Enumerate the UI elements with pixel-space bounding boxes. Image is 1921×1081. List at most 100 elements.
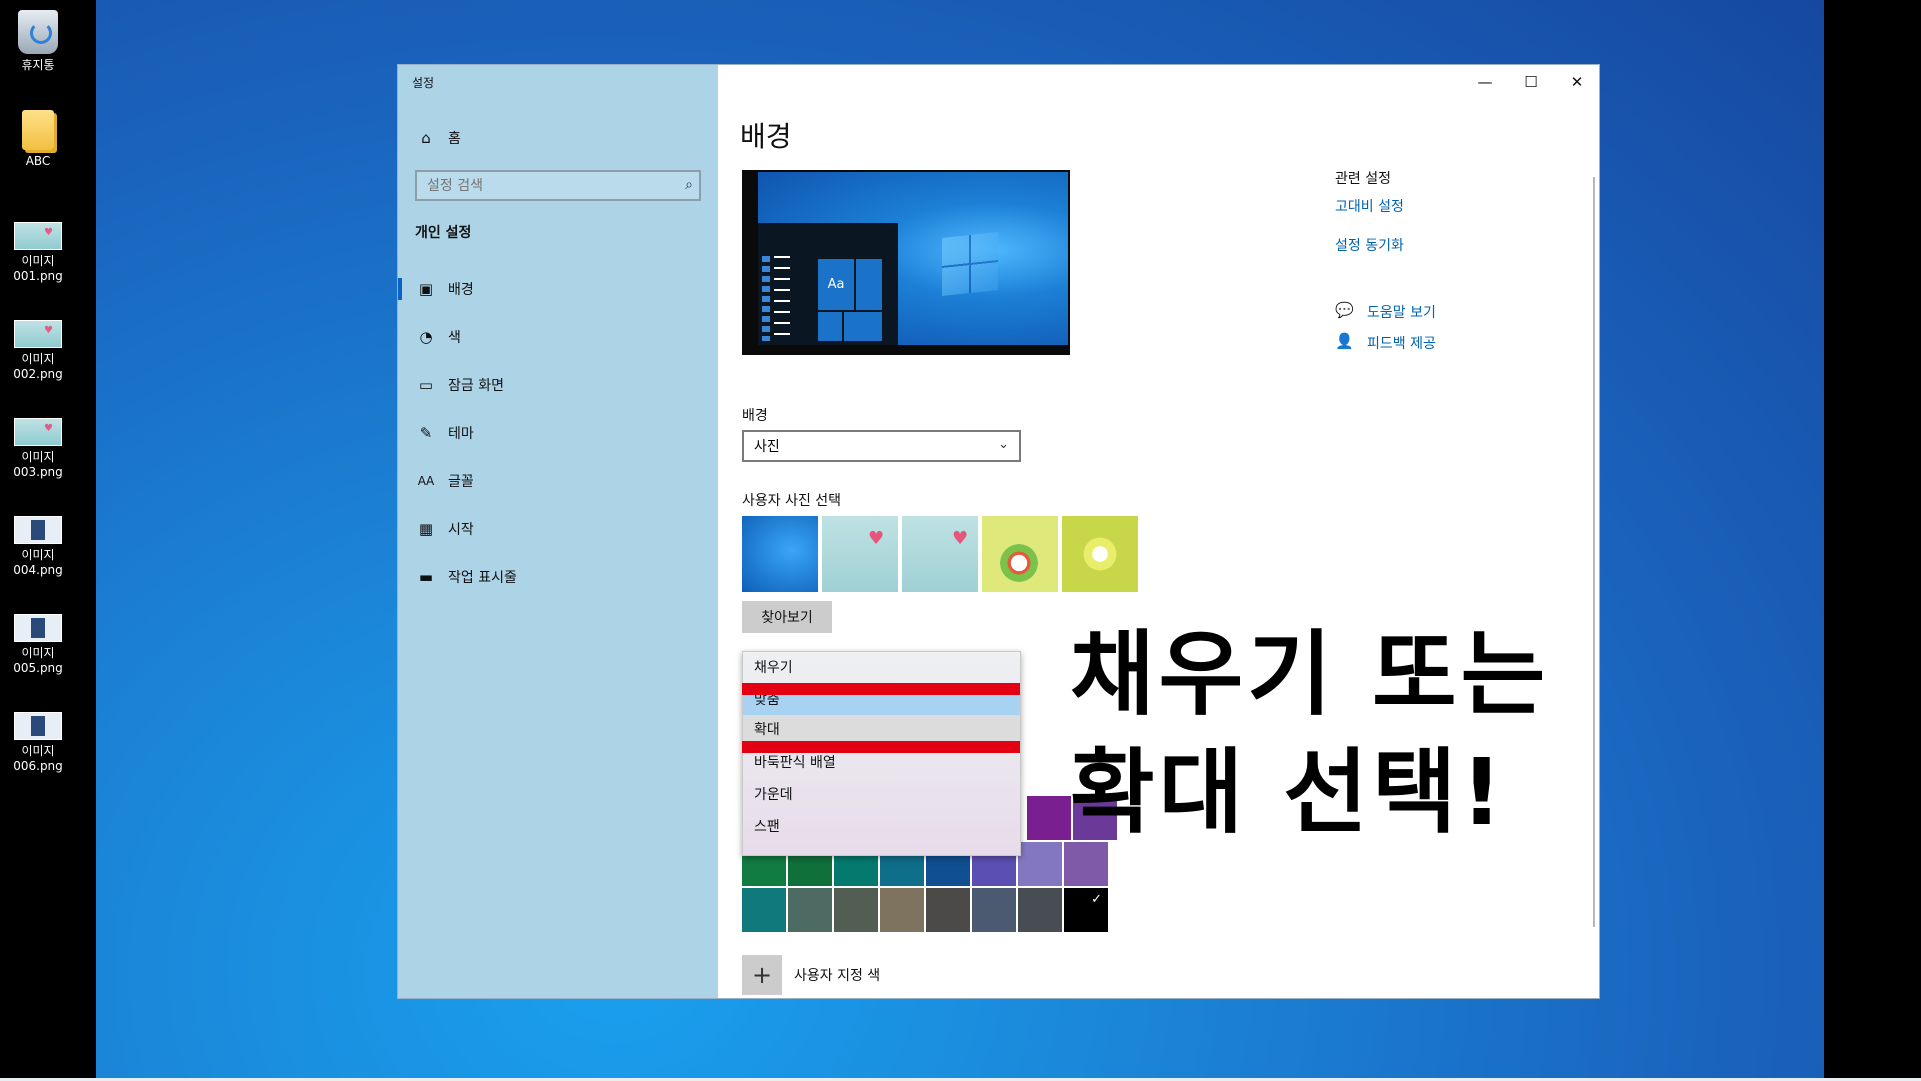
dropdown-value: 사진 xyxy=(754,439,780,455)
color-swatch[interactable] xyxy=(1027,796,1071,840)
preview-app-lines xyxy=(774,256,790,341)
search-icon[interactable]: ⌕ xyxy=(685,177,693,193)
maximize-button[interactable]: ☐ xyxy=(1508,65,1554,99)
color-swatch[interactable]: ✓ xyxy=(1064,888,1108,932)
sidebar-item-font[interactable]: A𝖠 글꼴 xyxy=(416,468,474,494)
recycle-bin-icon xyxy=(18,10,58,54)
overlay-caption-line2: 확대 선택! xyxy=(1070,739,1507,846)
sidebar-item-home[interactable]: ⌂ 홈 xyxy=(416,125,461,151)
vertical-scrollbar[interactable] xyxy=(1593,177,1595,927)
sidebar-item-label: 작업 표시줄 xyxy=(448,570,517,586)
settings-search-box: ⌕ xyxy=(415,170,701,201)
desktop-icon-folder-abc[interactable]: ABC xyxy=(0,110,76,169)
selected-indicator xyxy=(398,278,402,300)
color-swatch[interactable] xyxy=(1018,888,1062,932)
color-swatch[interactable] xyxy=(926,888,970,932)
sidebar-item-taskbar[interactable]: ▬ 작업 표시줄 xyxy=(416,564,517,590)
close-button[interactable]: ✕ xyxy=(1554,65,1600,99)
menu-item-fill[interactable]: 채우기 xyxy=(743,653,1020,683)
desktop-icon-label: 휴지통 xyxy=(21,58,55,72)
desktop-icon-label: 이미지 002.png xyxy=(13,352,63,381)
photo-thumbnail-heart-2[interactable]: ♥ xyxy=(902,516,978,592)
sidebar-item-label: 글꼴 xyxy=(448,474,474,490)
page-title: 배경 xyxy=(740,120,792,153)
photo-thumbnail-windows[interactable] xyxy=(742,516,818,592)
image-file-icon xyxy=(14,516,62,544)
photo-thumbnail-green[interactable] xyxy=(1062,516,1138,592)
desktop-icon-image-002[interactable]: 이미지 002.png xyxy=(0,320,76,382)
background-preview: Aa xyxy=(742,170,1070,355)
color-swatch[interactable] xyxy=(742,888,786,932)
desktop-icon-label: 이미지 005.png xyxy=(13,646,63,675)
settings-sidebar: 설정 ⌂ 홈 ⌕ 개인 설정 ▣ 배경 ◔ 색 ▭ 잠금 화면 ✎ 테마 A𝖠 xyxy=(398,65,718,998)
desktop-icon-image-001[interactable]: 이미지 001.png xyxy=(0,222,76,284)
preview-tile xyxy=(856,259,882,310)
desktop-icon-image-005[interactable]: 이미지 005.png xyxy=(0,614,76,676)
chevron-down-icon: ⌄ xyxy=(998,437,1009,452)
checkmark-icon: ✓ xyxy=(1091,892,1102,907)
sidebar-item-lock-screen[interactable]: ▭ 잠금 화면 xyxy=(416,372,504,398)
sidebar-item-theme[interactable]: ✎ 테마 xyxy=(416,420,474,446)
windows-logo-icon xyxy=(942,232,998,296)
window-title: 설정 xyxy=(412,76,435,90)
overlay-caption-line1: 채우기 또는 xyxy=(1070,621,1550,728)
home-icon: ⌂ xyxy=(421,129,431,147)
menu-item-center[interactable]: 가운데 xyxy=(743,780,1020,810)
color-swatch[interactable] xyxy=(834,888,878,932)
preview-tile xyxy=(818,312,842,341)
desktop-icon-image-004[interactable]: 이미지 004.png xyxy=(0,516,76,578)
desktop-icon-image-006[interactable]: 이미지 006.png xyxy=(0,712,76,774)
heart-icon: ♥ xyxy=(868,528,885,549)
photo-thumbnail-salad[interactable] xyxy=(982,516,1058,592)
high-contrast-link[interactable]: 고대비 설정 xyxy=(1335,196,1404,216)
menu-item-span[interactable]: 스팬 xyxy=(743,812,1020,842)
plus-icon: + xyxy=(751,961,773,989)
image-file-icon xyxy=(14,222,62,250)
sync-settings-link[interactable]: 설정 동기화 xyxy=(1335,235,1404,255)
sidebar-item-label: 테마 xyxy=(448,426,474,442)
desktop-icon-column: 휴지통 ABC 이미지 001.png 이미지 002.png 이미지 003.… xyxy=(0,0,96,1078)
sidebar-section-heading: 개인 설정 xyxy=(415,225,472,241)
photo-thumbnail-heart-1[interactable]: ♥ xyxy=(822,516,898,592)
sidebar-item-background[interactable]: ▣ 배경 xyxy=(416,276,474,302)
highlight-bar-top xyxy=(742,683,1020,695)
help-chat-icon: 💬 xyxy=(1335,301,1354,319)
color-swatch[interactable] xyxy=(972,888,1016,932)
color-swatch[interactable] xyxy=(788,888,832,932)
choose-photo-label: 사용자 사진 선택 xyxy=(742,493,842,509)
desktop-icon-label: ABC xyxy=(25,154,51,168)
image-icon: ▣ xyxy=(418,280,434,298)
color-swatch[interactable] xyxy=(880,888,924,932)
sidebar-item-label: 잠금 화면 xyxy=(448,378,504,394)
sidebar-item-label: 색 xyxy=(448,330,461,346)
image-file-icon xyxy=(14,418,62,446)
color-swatch[interactable] xyxy=(1018,842,1062,886)
image-file-icon xyxy=(14,614,62,642)
folder-icon xyxy=(22,110,54,150)
minimize-button[interactable]: — xyxy=(1462,65,1508,99)
highlight-bar-bottom xyxy=(742,741,1020,753)
desktop-icon-label: 이미지 001.png xyxy=(13,254,63,283)
sidebar-item-color[interactable]: ◔ 색 xyxy=(416,324,461,350)
salad-plate-icon xyxy=(1000,544,1038,582)
sidebar-item-label: 시작 xyxy=(448,522,474,538)
sidebar-item-start[interactable]: ▦ 시작 xyxy=(416,516,474,542)
font-icon: A𝖠 xyxy=(417,474,435,488)
start-icon: ▦ xyxy=(418,520,434,538)
settings-search-input[interactable] xyxy=(417,172,677,199)
desktop-icon-recycle-bin[interactable]: 휴지통 xyxy=(0,10,76,73)
browse-button[interactable]: 찾아보기 xyxy=(742,601,832,633)
theme-icon: ✎ xyxy=(419,424,433,442)
color-swatch[interactable] xyxy=(1064,842,1108,886)
palette-icon: ◔ xyxy=(419,328,433,346)
desktop-icon-image-003[interactable]: 이미지 003.png xyxy=(0,418,76,480)
background-type-dropdown[interactable]: 사진 ⌄ xyxy=(742,430,1021,462)
add-custom-color-button[interactable]: + xyxy=(742,955,782,995)
preview-tile xyxy=(844,312,882,341)
preview-app-list xyxy=(762,256,770,341)
settings-window: 설정 ⌂ 홈 ⌕ 개인 설정 ▣ 배경 ◔ 색 ▭ 잠금 화면 ✎ 테마 A𝖠 xyxy=(398,65,1599,998)
sidebar-item-label: 홈 xyxy=(448,131,461,147)
give-feedback-link[interactable]: 피드백 제공 xyxy=(1367,333,1436,353)
get-help-link[interactable]: 도움말 보기 xyxy=(1367,302,1436,322)
sidebar-item-label: 배경 xyxy=(448,282,474,298)
